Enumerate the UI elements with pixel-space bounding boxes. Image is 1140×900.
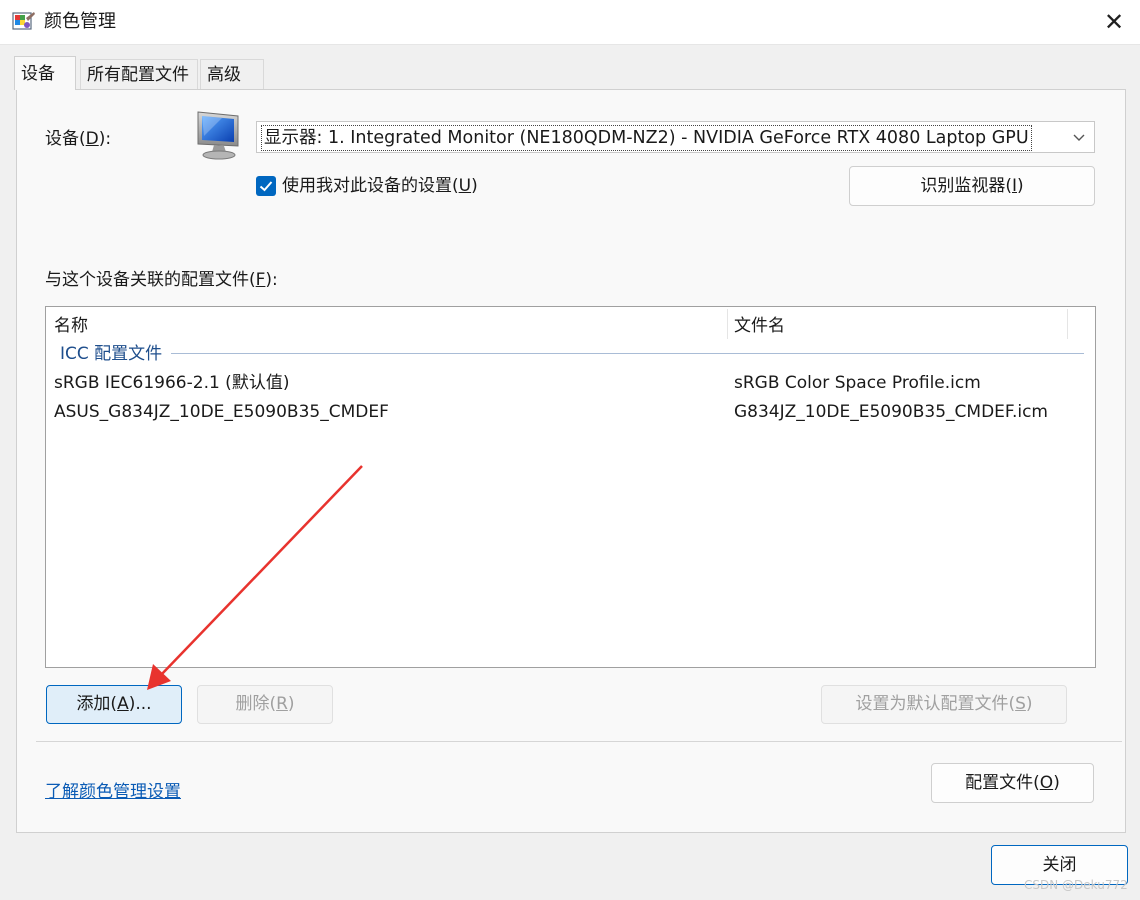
use-settings-checkbox[interactable] — [256, 176, 276, 196]
group-header-icc: ICC 配置文件 — [60, 344, 163, 364]
learn-color-settings-link[interactable]: 了解颜色管理设置 — [45, 780, 181, 804]
associated-profiles-label: 与这个设备关联的配置文件(F): — [45, 270, 278, 290]
group-divider — [171, 353, 1084, 354]
column-header-filename[interactable]: 文件名 — [734, 314, 785, 338]
column-separator[interactable] — [727, 309, 728, 339]
window-title: 颜色管理 — [44, 11, 116, 32]
checkmark-icon — [259, 181, 273, 192]
add-button[interactable]: 添加(A)... — [46, 685, 182, 724]
use-settings-label[interactable]: 使用我对此设备的设置(U) — [282, 174, 478, 198]
list-item-file[interactable]: G834JZ_10DE_E5090B35_CMDEF.icm — [734, 400, 1048, 424]
list-item-name[interactable]: ASUS_G834JZ_10DE_E5090B35_CMDEF — [54, 400, 389, 424]
tab-device[interactable]: 设备 — [14, 56, 76, 90]
watermark: CSDN @Deku772 — [1024, 878, 1128, 892]
list-item-file[interactable]: sRGB Color Space Profile.icm — [734, 371, 981, 395]
tab-advanced[interactable]: 高级 — [200, 59, 264, 89]
identify-monitors-button[interactable]: 识别监视器(I) — [849, 166, 1095, 206]
title-bar: 颜色管理 ✕ — [0, 0, 1140, 45]
tab-all-profiles[interactable]: 所有配置文件 — [80, 59, 198, 89]
column-separator[interactable] — [1067, 309, 1068, 339]
device-dropdown[interactable]: 显示器: 1. Integrated Monitor (NE180QDM-NZ2… — [256, 121, 1095, 153]
device-label: 设备(D): — [45, 129, 112, 149]
set-default-profile-button[interactable]: 设置为默认配置文件(S) — [821, 685, 1067, 724]
column-header-name[interactable]: 名称 — [54, 314, 88, 338]
list-item-name[interactable]: sRGB IEC61966-2.1 (默认值) — [54, 371, 289, 395]
chevron-down-icon — [1073, 134, 1085, 141]
color-management-app-icon — [12, 12, 35, 30]
remove-button[interactable]: 删除(R) — [197, 685, 333, 724]
profiles-button[interactable]: 配置文件(O) — [931, 763, 1094, 803]
close-icon[interactable]: ✕ — [1098, 6, 1130, 38]
profiles-list[interactable]: 名称 文件名 ICC 配置文件 sRGB IEC61966-2.1 (默认值) … — [45, 306, 1096, 668]
divider — [36, 741, 1122, 742]
monitor-icon — [197, 111, 239, 160]
device-dropdown-value: 显示器: 1. Integrated Monitor (NE180QDM-NZ2… — [261, 125, 1032, 151]
